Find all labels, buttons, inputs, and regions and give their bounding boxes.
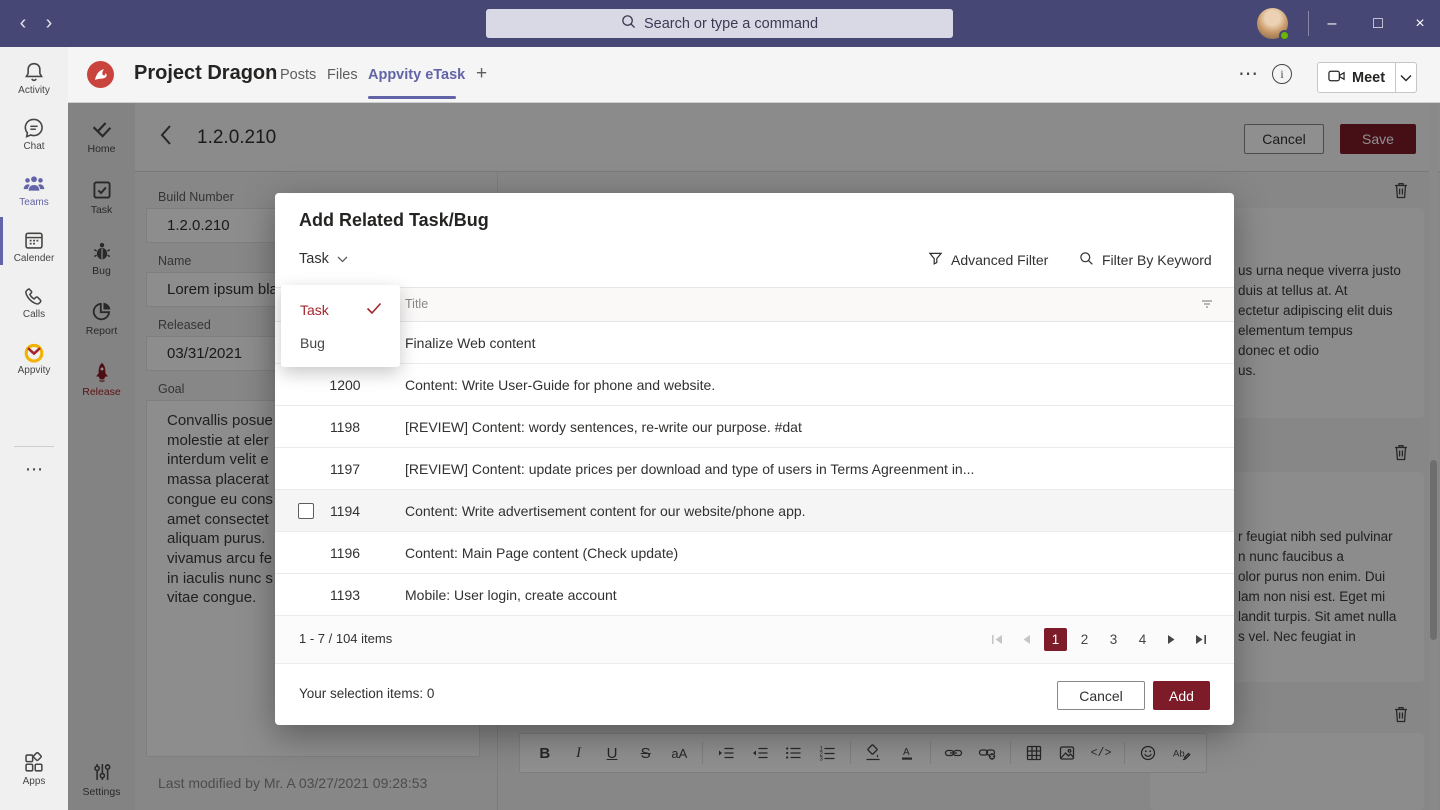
last-page-icon[interactable] bbox=[1189, 628, 1212, 651]
search-icon bbox=[1079, 251, 1094, 269]
appvity-logo-icon bbox=[0, 341, 68, 363]
add-related-task-bug-modal: Add Related Task/Bug Task Advanced Filte… bbox=[275, 193, 1234, 725]
modal-footer: Your selection items: 0 Cancel Add bbox=[275, 663, 1234, 725]
table-row[interactable]: 1200 Content: Write User-Guide for phone… bbox=[275, 364, 1234, 406]
presence-available-icon bbox=[1279, 30, 1290, 41]
rail-item-calls[interactable]: Calls bbox=[0, 285, 68, 335]
rail-more-apps-icon[interactable]: ⋯ bbox=[0, 459, 68, 480]
table-row[interactable]: 1194 Content: Write advertisement conten… bbox=[275, 490, 1234, 532]
close-button[interactable]: × bbox=[1398, 0, 1440, 47]
modal-cancel-button[interactable]: Cancel bbox=[1057, 681, 1145, 710]
phone-icon bbox=[0, 285, 68, 307]
funnel-icon bbox=[928, 251, 943, 269]
titlebar-divider bbox=[1308, 11, 1309, 36]
table-header: Title bbox=[275, 287, 1234, 322]
add-tab-plus-icon[interactable]: + bbox=[476, 63, 487, 85]
rail-item-apps[interactable]: Apps bbox=[0, 752, 68, 802]
page-button[interactable]: 2 bbox=[1073, 628, 1096, 651]
info-icon[interactable]: i bbox=[1272, 64, 1292, 84]
row-checkbox[interactable] bbox=[298, 503, 314, 519]
column-filter-icon[interactable] bbox=[1200, 297, 1214, 316]
tab-appvity-etask[interactable]: Appvity eTask bbox=[368, 67, 465, 83]
page-button[interactable]: 4 bbox=[1131, 628, 1154, 651]
channel-header: Project Dragon Posts Files Appvity eTask… bbox=[0, 47, 1440, 103]
command-search-input[interactable]: Search or type a command bbox=[486, 9, 953, 38]
nav-forward-icon[interactable]: › bbox=[38, 12, 60, 34]
dropdown-option-bug[interactable]: Bug bbox=[281, 326, 400, 359]
team-name: Project Dragon bbox=[134, 62, 277, 85]
calendar-icon bbox=[0, 229, 68, 251]
rail-item-activity[interactable]: Activity bbox=[0, 61, 68, 111]
checkmark-icon bbox=[366, 302, 382, 318]
selection-count-text: Your selection items: 0 bbox=[299, 686, 434, 701]
search-icon bbox=[621, 14, 636, 33]
modal-title: Add Related Task/Bug bbox=[299, 210, 489, 231]
apps-grid-icon bbox=[0, 752, 68, 774]
search-placeholder: Search or type a command bbox=[644, 16, 818, 32]
rail-item-teams[interactable]: Teams bbox=[0, 173, 68, 223]
tab-posts[interactable]: Posts bbox=[280, 67, 316, 83]
meet-button[interactable]: Meet bbox=[1317, 62, 1417, 93]
teams-title-bar: ‹ › Search or type a command – □ × bbox=[0, 0, 1440, 47]
previous-page-icon[interactable] bbox=[1015, 628, 1038, 651]
filter-by-keyword-button[interactable]: Filter By Keyword bbox=[1079, 251, 1212, 269]
avatar[interactable] bbox=[1257, 8, 1288, 39]
teams-people-icon bbox=[0, 173, 68, 195]
teams-app-rail: Activity Chat Teams Calender Calls Appvi… bbox=[0, 47, 68, 810]
advanced-filter-button[interactable]: Advanced Filter bbox=[928, 251, 1048, 269]
bell-icon bbox=[0, 61, 68, 83]
active-tab-underline bbox=[368, 96, 456, 99]
pagination-bar: 1 - 7 / 104 items 1 2 3 4 bbox=[275, 616, 1234, 663]
first-page-icon[interactable] bbox=[986, 628, 1009, 651]
rail-item-appvity[interactable]: Appvity bbox=[0, 341, 68, 391]
table-row[interactable]: 1193 Mobile: User login, create account bbox=[275, 574, 1234, 616]
rail-divider bbox=[14, 446, 54, 447]
more-options-icon[interactable]: ⋯ bbox=[1238, 61, 1259, 86]
page-button[interactable]: 3 bbox=[1102, 628, 1125, 651]
title-column-header[interactable]: Title bbox=[405, 297, 428, 311]
team-logo-phoenix-icon bbox=[86, 60, 115, 89]
chat-icon bbox=[0, 117, 68, 139]
maximize-button[interactable]: □ bbox=[1356, 0, 1400, 47]
table-row[interactable]: Finalize Web content bbox=[275, 322, 1234, 364]
tab-files[interactable]: Files bbox=[327, 67, 358, 83]
task-table: Finalize Web content 1200 Content: Write… bbox=[275, 322, 1234, 616]
camera-icon bbox=[1328, 69, 1345, 87]
table-row[interactable]: 1198 [REVIEW] Content: wordy sentences, … bbox=[275, 406, 1234, 448]
next-page-icon[interactable] bbox=[1160, 628, 1183, 651]
chevron-down-icon bbox=[337, 251, 348, 267]
dropdown-option-task[interactable]: Task bbox=[281, 293, 400, 326]
table-row[interactable]: 1197 [REVIEW] Content: update prices per… bbox=[275, 448, 1234, 490]
meet-label: Meet bbox=[1352, 70, 1385, 86]
pagination-range-text: 1 - 7 / 104 items bbox=[299, 631, 392, 646]
meet-dropdown-chevron-icon[interactable] bbox=[1396, 63, 1416, 92]
type-selector-dropdown[interactable]: Task bbox=[299, 251, 348, 267]
modal-add-button[interactable]: Add bbox=[1153, 681, 1210, 710]
rail-item-calender[interactable]: Calender bbox=[0, 229, 68, 279]
nav-back-icon[interactable]: ‹ bbox=[12, 12, 34, 34]
table-row[interactable]: 1196 Content: Main Page content (Check u… bbox=[275, 532, 1234, 574]
page-button[interactable]: 1 bbox=[1044, 628, 1067, 651]
type-dropdown-menu: Task Bug bbox=[281, 285, 400, 367]
rail-item-chat[interactable]: Chat bbox=[0, 117, 68, 167]
minimize-button[interactable]: – bbox=[1310, 0, 1354, 47]
